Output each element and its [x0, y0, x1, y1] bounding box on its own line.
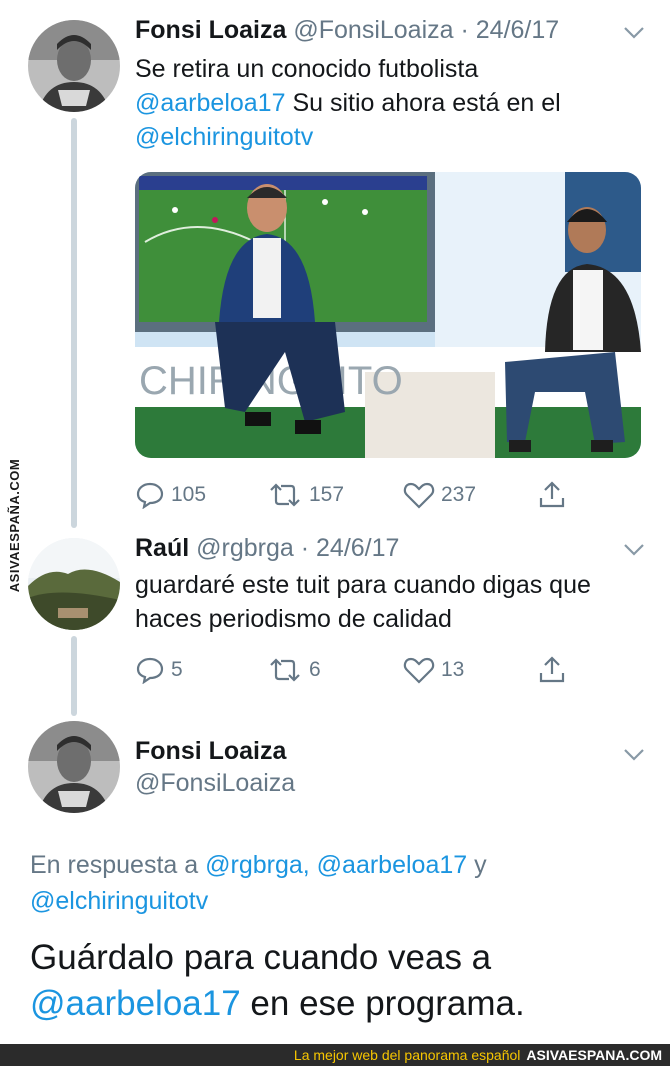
share-icon — [539, 656, 565, 683]
main-tweet-header: Fonsi Loaiza @FonsiLoaiza — [135, 735, 295, 799]
tweet-text: Se retira un conocido futbolista @aarbel… — [135, 52, 645, 154]
share-icon — [539, 481, 565, 508]
heart-icon — [403, 482, 435, 509]
mention-link[interactable]: @aarbeloa17 — [30, 984, 241, 1023]
mention-link[interactable]: @elchiringuitotv — [135, 123, 313, 151]
avatar[interactable] — [28, 721, 120, 813]
chevron-down-icon[interactable] — [623, 543, 645, 557]
mention-link[interactable]: @elchiringuitotv — [30, 887, 208, 915]
reply-context-and: y — [474, 851, 487, 879]
mention-link[interactable]: @aarbeloa17 — [317, 851, 468, 879]
tweet-header: Raúl @rgbrga · 24/6/17 — [135, 532, 399, 564]
reply-count: 5 — [171, 658, 183, 681]
retweet-button[interactable]: 6 — [267, 656, 321, 684]
like-count: 237 — [441, 483, 477, 506]
site-footer: La mejor web del panorama español ASIVAE… — [0, 1044, 670, 1066]
tweet-text: guardaré este tuit para cuando digas que… — [135, 568, 645, 636]
retweet-icon — [270, 658, 300, 682]
watermark-text: ASIVAESPAÑA.COM — [7, 458, 23, 592]
retweet-button[interactable]: 157 — [267, 481, 344, 509]
user-handle[interactable]: @FonsiLoaiza — [135, 767, 295, 799]
reply-count: 105 — [171, 483, 207, 506]
avatar[interactable] — [28, 20, 120, 112]
user-name[interactable]: Raúl — [135, 534, 189, 562]
heart-icon — [403, 657, 435, 684]
reply-context-prefix: En respuesta a — [30, 851, 199, 879]
tweet-actions: 105 157 237 — [135, 478, 635, 512]
tweet-media-image[interactable]: CHIRINGUITO — [135, 172, 641, 458]
retweet-icon — [270, 483, 300, 507]
retweet-count: 6 — [309, 658, 321, 681]
reply-button[interactable]: 105 — [135, 481, 206, 509]
tweet-text-line: guardaré este tuit para cuando digas que — [135, 571, 591, 599]
mention-link[interactable]: @aarbeloa17 — [135, 89, 286, 117]
tweet-text-line: haces periodismo de calidad — [135, 605, 452, 633]
user-name[interactable]: Fonsi Loaiza — [135, 735, 295, 767]
like-count: 13 — [441, 658, 465, 681]
avatar[interactable] — [28, 538, 120, 630]
tweet-actions: 5 6 13 — [135, 653, 635, 687]
watermark: ASIVAESPAÑA.COM — [0, 458, 30, 592]
share-button[interactable] — [537, 480, 573, 510]
reply-button[interactable]: 5 — [135, 656, 183, 684]
tweet-date[interactable]: · 24/6/17 — [461, 16, 560, 44]
main-tweet-text: Guárdalo para cuando veas a @aarbeloa17 … — [30, 935, 650, 1027]
reply-context: En respuesta a @rgbrga, @aarbeloa17 y @e… — [30, 847, 650, 919]
reply-icon — [136, 482, 164, 509]
tweet-text-fragment: en ese programa. — [240, 984, 525, 1023]
mention-link[interactable]: @rgbrga, — [205, 851, 310, 879]
share-button[interactable] — [537, 655, 573, 685]
tweet-header: Fonsi Loaiza @FonsiLoaiza · 24/6/17 — [135, 14, 559, 46]
like-button[interactable]: 13 — [403, 656, 464, 684]
tweet-text-line: Se retira un conocido futbolista — [135, 55, 479, 83]
thread-line — [71, 636, 77, 716]
thread-line — [71, 118, 77, 528]
tweet-text-fragment: Su sitio ahora está en el — [285, 89, 561, 117]
tweet-text-line: Guárdalo para cuando veas a — [30, 938, 492, 977]
like-button[interactable]: 237 — [403, 481, 476, 509]
retweet-count: 157 — [309, 483, 345, 506]
user-name[interactable]: Fonsi Loaiza — [135, 16, 286, 44]
reply-icon — [136, 657, 164, 684]
tweet-date[interactable]: · 24/6/17 — [301, 534, 400, 562]
user-handle[interactable]: @rgbrga — [196, 534, 294, 562]
chevron-down-icon[interactable] — [623, 748, 645, 762]
user-handle[interactable]: @FonsiLoaiza — [293, 16, 453, 44]
footer-brand[interactable]: ASIVAESPANA.COM — [526, 1047, 662, 1063]
footer-tagline: La mejor web del panorama español — [293, 1047, 521, 1063]
chevron-down-icon[interactable] — [623, 26, 645, 40]
